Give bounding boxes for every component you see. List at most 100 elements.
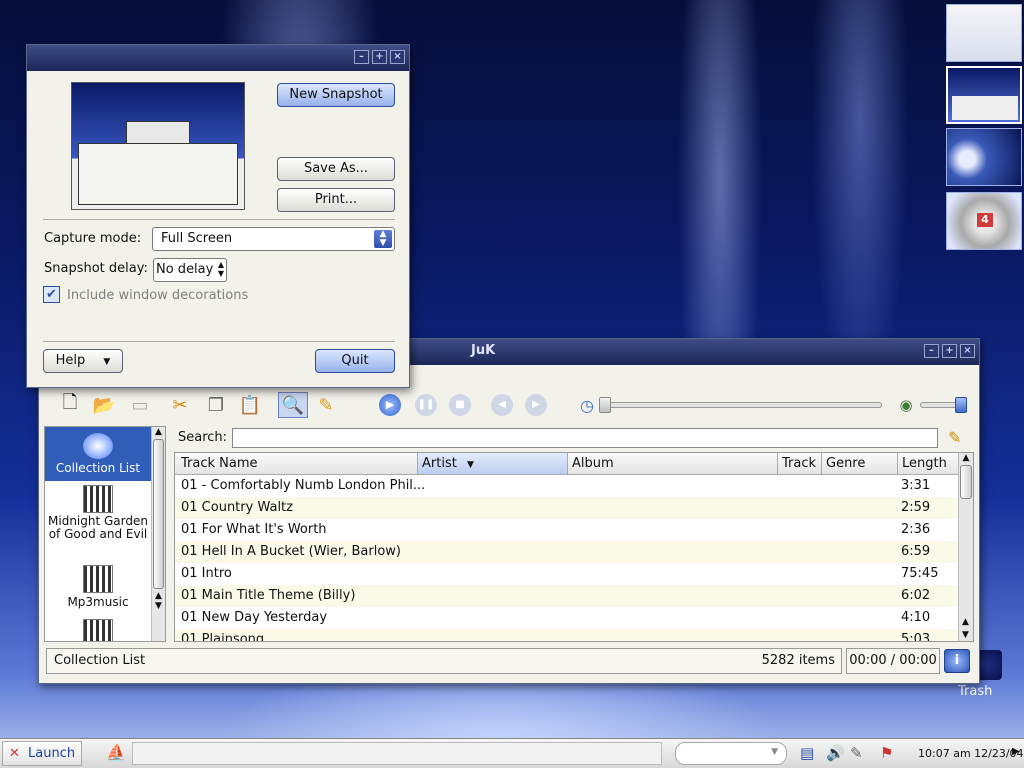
edit-tag-icon[interactable]: ✎ [314,392,338,418]
table-row[interactable]: 01 Country Waltz 2:59 [175,497,959,519]
ksnapshot-window: – + × New Snapshot Save As... Print... C… [26,44,410,388]
info-icon[interactable]: i [944,649,970,673]
stop-icon[interactable]: ■ [448,392,472,418]
table-row[interactable]: 01 Intro 75:45 [175,563,959,585]
scroll-up-icon[interactable]: ▲ [959,453,973,463]
clear-search-icon[interactable]: ✎ [948,428,961,447]
track-name: 01 - Comfortably Numb London Phil... [181,478,426,493]
scrollbar-thumb[interactable] [960,465,972,499]
track-length: 2:36 [901,522,931,537]
column-header-track-name[interactable]: Track Name [181,453,417,474]
column-header-length[interactable]: Length [897,453,959,474]
new-snapshot-button[interactable]: New Snapshot [277,83,395,107]
scroll-up-icon[interactable]: ▲ [152,591,165,601]
track-list-scrollbar[interactable]: ▲ ▲ ▼ [958,453,973,641]
pager-desktop-3[interactable] [946,128,1022,186]
back-icon[interactable]: ◀ [490,392,514,418]
sidebar-item-mp3music[interactable]: Mp3music [45,565,151,613]
save-as-button[interactable]: Save As... [277,157,395,181]
scroll-down-icon[interactable]: ▼ [959,630,972,640]
scroll-up-icon[interactable]: ▲ [152,427,165,437]
column-header-genre[interactable]: Genre [821,453,897,474]
spin-arrows-icon[interactable]: ▲ ▼ [218,260,224,278]
snapshot-delay-spinbox[interactable]: No delay ▲ ▼ [153,258,227,282]
column-header-track[interactable]: Track [777,453,821,474]
pager-desktop-4[interactable]: 4 [946,192,1022,250]
sort-down-icon: ▼ [466,460,474,470]
cut-icon[interactable]: ✂ [168,392,192,418]
include-decorations-checkbox[interactable]: ✔ [43,286,60,303]
clock[interactable]: 10:07 am 12/23/04 [918,747,1024,760]
help-button[interactable]: Help ▼ [43,349,123,373]
taskbar-arrow-icon[interactable]: ▶ [1012,746,1020,757]
track-length: 4:10 [901,610,931,625]
pause-icon[interactable]: ❚❚ [414,392,438,418]
forward-icon[interactable]: ▶ [524,392,548,418]
copy-icon[interactable]: ❐ [204,392,228,418]
search-label: Search: [178,430,228,445]
help-button-label: Help [55,353,86,368]
track-list: Track Name Artist ▼ Album Track Genre Le… [174,452,974,642]
volume-slider[interactable] [920,397,967,413]
volume-icon: ◉ [899,396,913,414]
table-row[interactable]: 01 For What It's Worth 2:36 [175,519,959,541]
sidebar-item-collection-list[interactable]: Collection List [45,427,151,481]
column-header-artist[interactable]: Artist ▼ [417,453,567,474]
update-tray-icon[interactable]: ⚑ [880,744,893,762]
minimize-button[interactable]: – [924,344,939,358]
sidebar-item-label: Midnight Garden of Good and Evil [48,514,148,541]
table-row[interactable]: 01 Hell In A Bucket (Wier, Barlow) 6:59 [175,541,959,563]
track-length: 6:02 [901,588,931,603]
search-input[interactable] [232,428,938,448]
table-row[interactable]: 01 Main Title Theme (Billy) 6:02 [175,585,959,607]
track-name: 01 For What It's Worth [181,522,327,537]
play-icon[interactable]: ▶ [378,392,402,418]
maximize-button[interactable]: + [942,344,957,358]
table-row[interactable]: 01 - Comfortably Numb London Phil... 3:31 [175,475,959,497]
scroll-down-icon[interactable]: ▼ [152,601,165,611]
print-button[interactable]: Print... [277,188,395,212]
quit-button[interactable]: Quit [315,349,395,373]
chevron-updown-icon: ▲ ▼ [374,230,392,248]
table-row[interactable]: 01 New Day Yesterday 4:10 [175,607,959,629]
scroll-up-icon[interactable]: ▲ [959,617,972,627]
separator [43,219,395,220]
snapshot-preview[interactable] [71,82,245,210]
scrollbar-thumb[interactable] [153,439,164,589]
sidebar-scrollbar[interactable]: ▲ ▲ ▼ [151,427,165,641]
track-rows: 01 - Comfortably Numb London Phil... 3:31… [175,475,959,641]
sidebar-item-midnight-garden[interactable]: Midnight Garden of Good and Evil [45,485,151,559]
pager-desktop-1[interactable] [946,4,1022,62]
new-file-icon[interactable]: 🗋 [58,392,82,418]
volume-tray-icon[interactable]: 🔊 [826,744,845,762]
pager-desktop-2[interactable] [946,66,1022,124]
launch-button[interactable]: ✕ Launch [2,741,82,766]
capture-mode-select[interactable]: Full Screen ▲ ▼ [152,227,395,251]
close-button[interactable]: × [390,50,405,64]
taskbar-combo[interactable]: ▼ [675,742,787,765]
tool-tray-icon[interactable]: ✎ [850,744,863,762]
quick-launch-icon[interactable]: ⛵ [106,743,126,762]
network-tray-icon[interactable]: ▤ [800,744,814,762]
table-row[interactable]: 01 Plainsong 5:03 [175,629,959,641]
save-icon[interactable]: ▭ [128,392,152,418]
playlist-icon[interactable] [83,619,113,641]
track-position-slider[interactable] [599,397,882,413]
close-button[interactable]: × [960,344,975,358]
column-header-album[interactable]: Album [567,453,777,474]
open-folder-icon[interactable]: 📂 [92,392,116,418]
maximize-button[interactable]: + [372,50,387,64]
ksnapshot-titlebar[interactable]: – + × [27,45,409,71]
status-time: 00:00 / 00:00 [846,648,940,674]
track-name: 01 Plainsong [181,632,265,641]
track-position-handle[interactable] [599,397,611,413]
track-name: 01 Hell In A Bucket (Wier, Barlow) [181,544,401,559]
search-toggle-icon[interactable]: 🔍 [278,392,308,418]
paste-icon[interactable]: 📋 [238,392,262,418]
track-length: 75:45 [901,566,939,581]
track-length: 2:59 [901,500,931,515]
volume-handle[interactable] [955,397,967,413]
capture-mode-label: Capture mode: [44,231,142,246]
minimize-button[interactable]: – [354,50,369,64]
track-list-header: Track Name Artist ▼ Album Track Genre Le… [175,453,959,475]
